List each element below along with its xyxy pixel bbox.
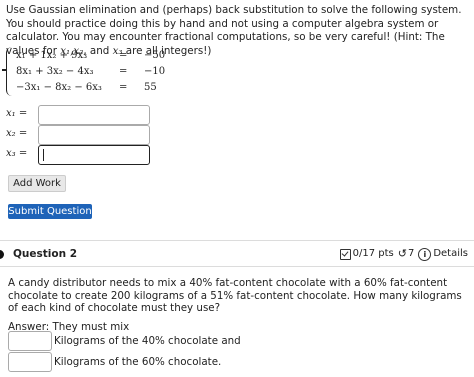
answer-x3-row: x₃ = — [6, 145, 156, 165]
answer-x1-row: x₁ = — [6, 105, 156, 125]
answer-x2-label: x₂ = — [6, 128, 28, 139]
equation-rel: = — [119, 82, 128, 93]
attempts-count: 7 — [407, 248, 415, 259]
equation-rhs: −50 — [144, 50, 166, 61]
mix-row-40: Kilograms of the 40% chocolate and — [8, 331, 308, 351]
equation-lhs: x₁ + 1x₂ + 9x₃ — [16, 50, 88, 61]
submit-question-button[interactable]: Submit Question — [8, 204, 92, 219]
add-work-button[interactable]: Add Work — [8, 175, 66, 192]
answer-x1-input[interactable] — [38, 105, 150, 125]
equation-rhs: −10 — [144, 66, 166, 77]
equation-rhs: 55 — [144, 82, 157, 93]
points-text: 0/17 pts — [352, 248, 394, 259]
answer-x1-label: x₁ = — [6, 108, 28, 119]
question2-header-divider — [0, 266, 474, 267]
info-icon[interactable]: i — [418, 247, 432, 261]
equation-system: x₁ + 1x₂ + 9x₃ = −50 8x₁ + 3x₂ − 4x₃ = −… — [2, 47, 196, 97]
kg-60-label: Kilograms of the 60% chocolate. — [54, 356, 222, 368]
text-caret — [43, 149, 44, 161]
equation-row: 8x₁ + 3x₂ − 4x₃ = −10 — [16, 64, 196, 80]
details-link[interactable]: Details — [433, 247, 468, 261]
answer-x3-input[interactable] — [38, 145, 150, 165]
question2-meta: 0/17 pts ↺7 i Details — [339, 247, 468, 261]
question2-title: Question 2 — [13, 248, 78, 260]
question-divider — [0, 240, 474, 241]
equation-lhs: 8x₁ + 3x₂ − 4x₃ — [16, 66, 94, 77]
retry-icon[interactable]: ↺ — [398, 247, 407, 261]
equation-lhs: −3x₁ − 8x₂ − 6x₃ — [16, 82, 102, 93]
mix-row-60: Kilograms of the 60% chocolate. — [8, 352, 308, 372]
equation-rel: = — [119, 66, 128, 77]
answer-x3-label: x₃ = — [6, 148, 28, 159]
equation-row: −3x₁ − 8x₂ − 6x₃ = 55 — [16, 80, 196, 96]
kg-40-input[interactable] — [8, 331, 52, 351]
question-status-dot — [0, 250, 4, 259]
equation-row: x₁ + 1x₂ + 9x₃ = −50 — [16, 48, 196, 64]
system-brace — [2, 47, 13, 96]
checkbox-icon — [339, 248, 351, 260]
question2-text: A candy distributor needs to mix a 40% f… — [8, 277, 462, 314]
answer-x2-row: x₂ = — [6, 125, 156, 145]
kg-40-label: Kilograms of the 40% chocolate and — [54, 335, 241, 347]
kg-60-input[interactable] — [8, 352, 52, 372]
equation-rel: = — [119, 50, 128, 61]
answer-x2-input[interactable] — [38, 125, 150, 145]
